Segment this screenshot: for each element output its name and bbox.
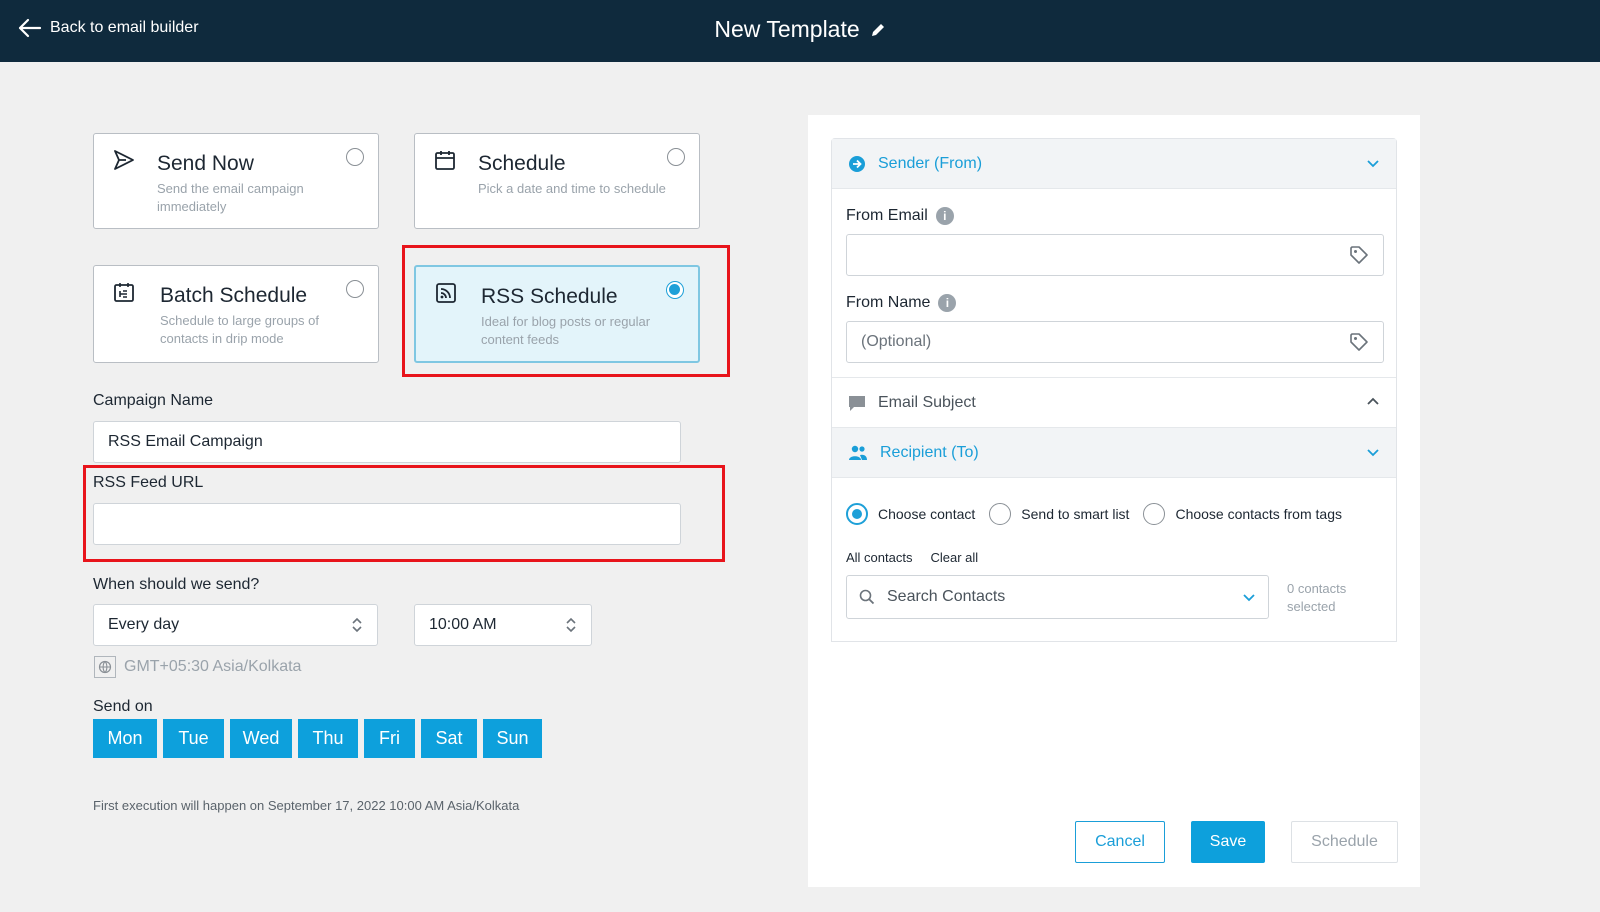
- day-wed-button[interactable]: Wed: [230, 719, 292, 758]
- info-icon[interactable]: i: [938, 294, 957, 312]
- page-title: New Template: [0, 16, 1600, 43]
- globe-icon: [94, 656, 116, 678]
- timezone-text: GMT+05:30 Asia/Kolkata: [124, 658, 302, 675]
- sender-header-label: Sender (From): [878, 154, 983, 172]
- batch-calendar-icon: [114, 283, 134, 302]
- smart-list-option[interactable]: Send to smart list: [989, 503, 1129, 525]
- campaign-name-label: Campaign Name: [93, 392, 214, 409]
- send-now-desc: Send the email campaign immediately: [157, 181, 304, 214]
- chevron-down-icon: [1243, 594, 1255, 602]
- batch-schedule-radio[interactable]: [346, 280, 364, 298]
- timezone-row: GMT+05:30 Asia/Kolkata: [94, 656, 301, 678]
- schedule-button[interactable]: Schedule: [1291, 821, 1398, 863]
- from-name-placeholder: (Optional): [861, 333, 932, 350]
- smart-list-radio[interactable]: [989, 503, 1012, 525]
- calendar-icon: [435, 151, 455, 170]
- choose-contact-option[interactable]: Choose contact: [846, 503, 975, 525]
- contacts-from-tags-label: Choose contacts from tags: [1175, 506, 1342, 522]
- batch-schedule-desc: Schedule to large groups of contacts in …: [160, 313, 319, 346]
- from-name-label-text: From Name: [846, 294, 931, 312]
- send-on-label: Send on: [93, 698, 153, 715]
- day-picker: Mon Tue Wed Thu Fri Sat Sun: [93, 719, 542, 758]
- divider: [832, 477, 1396, 478]
- frequency-value: Every day: [108, 616, 180, 633]
- batch-schedule-card[interactable]: Batch Schedule Schedule to large groups …: [93, 265, 379, 363]
- search-contacts-dropdown[interactable]: Search Contacts: [846, 575, 1269, 619]
- day-sat-button[interactable]: Sat: [421, 719, 477, 758]
- comment-icon: [849, 395, 865, 411]
- updown-chevron-icon: [566, 617, 576, 633]
- send-now-card[interactable]: Send Now Send the email campaign immedia…: [93, 133, 379, 229]
- batch-schedule-title: Batch Schedule: [160, 284, 308, 307]
- contacts-from-tags-radio[interactable]: [1143, 503, 1166, 525]
- save-button[interactable]: Save: [1191, 821, 1265, 863]
- day-sun-button[interactable]: Sun: [483, 719, 542, 758]
- contact-links: All contacts Clear all: [846, 550, 978, 565]
- smart-list-label: Send to smart list: [1021, 506, 1130, 522]
- from-name-label: From Name i: [846, 294, 957, 312]
- tag-icon[interactable]: [1349, 245, 1369, 265]
- schedule-title: Schedule: [478, 152, 566, 175]
- email-subject-header-label: Email Subject: [878, 393, 976, 411]
- contacts-from-tags-option[interactable]: Choose contacts from tags: [1143, 503, 1342, 525]
- from-email-input[interactable]: [846, 234, 1384, 276]
- schedule-desc: Pick a date and time to schedule: [478, 181, 666, 196]
- rss-card-highlight: [402, 245, 730, 377]
- contacts-selected-count: 0 contacts selected: [1287, 581, 1347, 614]
- recipient-accordion-header[interactable]: Recipient (To): [832, 428, 1396, 477]
- rss-feed-url-label: RSS Feed URL: [93, 474, 204, 491]
- time-select[interactable]: 10:00 AM: [414, 604, 592, 646]
- chevron-down-icon: [1367, 449, 1379, 457]
- day-tue-button[interactable]: Tue: [163, 719, 224, 758]
- cancel-button[interactable]: Cancel: [1075, 821, 1165, 863]
- top-bar: Back to email builder New Template: [0, 0, 1600, 62]
- page-title-text: New Template: [714, 16, 860, 42]
- clear-all-link[interactable]: Clear all: [930, 550, 978, 565]
- campaign-name-input[interactable]: RSS Email Campaign: [93, 421, 681, 463]
- frequency-select[interactable]: Every day: [93, 604, 378, 646]
- info-icon[interactable]: i: [935, 207, 954, 225]
- choose-contact-radio[interactable]: [846, 503, 868, 525]
- when-send-label: When should we send?: [93, 576, 260, 593]
- from-name-input[interactable]: (Optional): [846, 321, 1384, 363]
- sender-accordion-header[interactable]: Sender (From): [832, 139, 1396, 188]
- day-mon-button[interactable]: Mon: [93, 719, 157, 758]
- tag-icon[interactable]: [1349, 332, 1369, 352]
- day-fri-button[interactable]: Fri: [364, 719, 415, 758]
- email-subject-accordion-header[interactable]: Email Subject: [832, 378, 1396, 427]
- schedule-radio[interactable]: [667, 148, 685, 166]
- day-thu-button[interactable]: Thu: [298, 719, 358, 758]
- schedule-card[interactable]: Schedule Pick a date and time to schedul…: [414, 133, 700, 229]
- search-icon: [859, 589, 875, 605]
- from-email-label: From Email i: [846, 207, 954, 225]
- time-value: 10:00 AM: [429, 616, 497, 633]
- choose-contact-label: Choose contact: [878, 506, 976, 522]
- pencil-icon[interactable]: [870, 22, 886, 38]
- send-now-title: Send Now: [157, 152, 254, 175]
- recipient-options: Choose contact Send to smart list Choose…: [846, 503, 1356, 525]
- send-icon: [114, 150, 134, 170]
- updown-chevron-icon: [352, 617, 362, 633]
- from-email-label-text: From Email: [846, 207, 928, 225]
- users-icon: [849, 445, 867, 460]
- chevron-up-icon: [1367, 397, 1379, 405]
- arrow-circle-icon: [849, 155, 865, 172]
- search-contacts-placeholder: Search Contacts: [887, 588, 1006, 605]
- recipient-header-label: Recipient (To): [880, 443, 979, 461]
- execution-note: First execution will happen on September…: [93, 798, 520, 813]
- send-now-radio[interactable]: [346, 148, 364, 166]
- rss-feed-url-input[interactable]: [93, 503, 681, 545]
- all-contacts-link[interactable]: All contacts: [846, 550, 912, 565]
- divider: [832, 188, 1396, 189]
- chevron-down-icon: [1367, 160, 1379, 168]
